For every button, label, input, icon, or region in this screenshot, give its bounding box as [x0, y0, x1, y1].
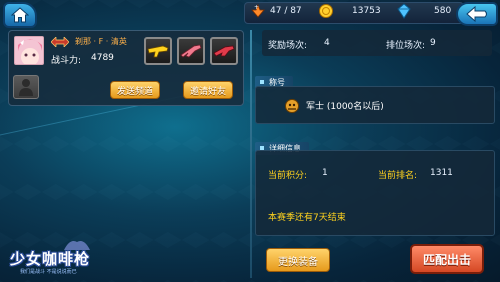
player-name: 剃那 · F · 清英	[75, 37, 127, 46]
invite-friend-button[interactable]: 邀请好友	[183, 81, 233, 99]
home-icon	[11, 7, 29, 23]
ranked-matches-label: 排位场次:	[386, 41, 426, 51]
empty-avatar-slot[interactable]	[13, 75, 39, 99]
red-gun-icon	[213, 45, 235, 57]
current-points-value: 1	[322, 168, 328, 178]
stamina-resource[interactable]: + 47 / 87	[250, 3, 302, 19]
season-remaining-text: 本赛季还有7天结束	[268, 213, 346, 223]
logo-subtitle: 我们是战斗 不是说说而已	[20, 269, 77, 275]
gold-resource[interactable]: 13753	[318, 3, 381, 19]
title-panel: 军士 (1000名以后)	[255, 86, 495, 124]
change-gear-button[interactable]: 更换装备	[266, 248, 330, 272]
combat-power-label: 战斗力:	[51, 56, 82, 66]
home-button[interactable]	[3, 2, 37, 28]
pink-gun-icon	[180, 44, 202, 58]
current-points-label: 当前积分:	[268, 171, 308, 181]
reward-matches-value: 4	[324, 38, 330, 48]
yellow-gun-icon	[147, 45, 169, 58]
detail-panel: 当前积分: 1 当前排名: 1311 本赛季还有7天结束	[255, 150, 495, 236]
panel-divider	[250, 30, 252, 278]
back-button[interactable]	[456, 2, 498, 26]
match-start-button[interactable]: 匹配出击	[410, 244, 484, 274]
weapon-slot-3[interactable]	[210, 37, 238, 65]
gem-resource[interactable]: 580	[396, 3, 451, 19]
gem-value: 580	[434, 6, 452, 16]
gem-icon	[396, 3, 412, 19]
reward-matches-label: 奖励场次:	[268, 41, 308, 51]
combat-power-value: 4789	[91, 53, 114, 63]
stamina-icon: +	[250, 3, 266, 19]
game-logo: 少女咖啡枪 我们是战斗 不是说说而已	[6, 236, 106, 278]
gold-value: 13753	[352, 6, 381, 16]
stamina-value: 47 / 87	[270, 6, 302, 16]
logo-title: 少女咖啡枪	[10, 250, 91, 268]
svg-text:+: +	[254, 4, 259, 11]
rank-badge-icon	[51, 37, 69, 47]
current-rank-value: 1311	[430, 168, 453, 178]
match-stats-bar: 奖励场次: 4 排位场次: 9	[262, 30, 492, 56]
current-rank-label: 当前排名:	[378, 171, 418, 181]
player-panel: 剃那 · F · 清英 战斗力: 4789 发送频道 邀请好友	[8, 30, 244, 106]
weapon-slot-2[interactable]	[177, 37, 205, 65]
back-arrow-icon	[466, 6, 487, 22]
person-silhouette-icon	[19, 79, 33, 96]
sergeant-rank-icon	[285, 99, 299, 113]
title-text: 军士 (1000名以后)	[306, 102, 384, 112]
player-avatar[interactable]	[14, 36, 44, 65]
ranked-matches-value: 9	[430, 38, 436, 48]
gold-coin-icon	[318, 3, 334, 19]
send-channel-button[interactable]: 发送频道	[110, 81, 160, 99]
weapon-slot-1[interactable]	[144, 37, 172, 65]
